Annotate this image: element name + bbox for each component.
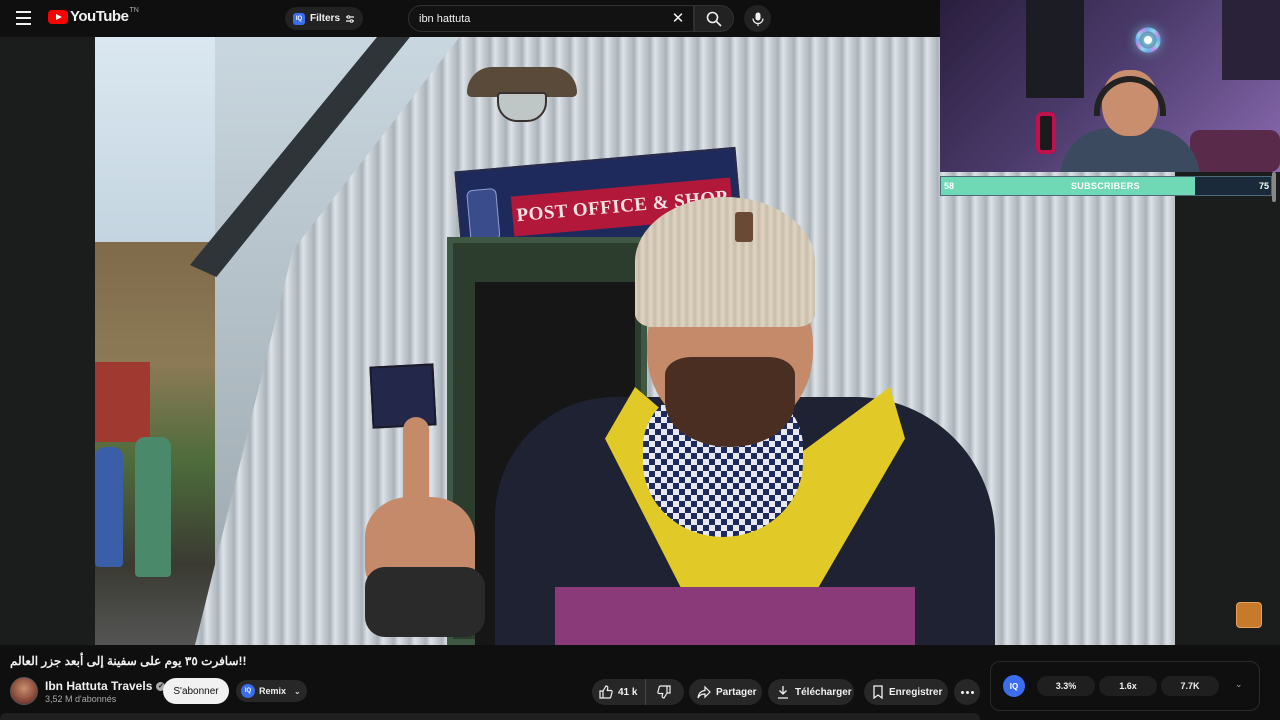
mic-icon <box>751 12 764 26</box>
search-button[interactable] <box>694 5 734 32</box>
webcam-streamer <box>1060 70 1200 172</box>
webcam-microphone <box>1036 112 1056 154</box>
youtube-logo-icon <box>48 9 68 24</box>
goal-end: 75 <box>1258 181 1269 191</box>
goal-start: 58 <box>944 181 955 191</box>
below-fold-edge <box>0 713 980 720</box>
menu-icon[interactable] <box>16 11 31 25</box>
crest-icon <box>466 187 501 243</box>
like-button[interactable]: 41 k <box>592 679 647 705</box>
video-red-building <box>95 362 150 442</box>
video-lamp <box>467 37 577 132</box>
bookmark-icon <box>873 685 883 699</box>
stat-engagement[interactable]: 3.3% <box>1037 676 1095 696</box>
iq-badge: IQ <box>293 12 305 25</box>
search-icon <box>706 11 722 27</box>
video-presenter-beard <box>665 357 795 447</box>
filter-icon <box>346 14 355 23</box>
logo-region: TN <box>129 7 139 14</box>
download-icon <box>778 686 788 699</box>
search-input[interactable] <box>419 12 659 25</box>
like-count: 41 k <box>618 686 638 698</box>
filters-label: Filters <box>310 13 341 24</box>
share-button[interactable]: Partager <box>689 679 762 705</box>
video-jacket-purple <box>555 587 915 645</box>
avatar[interactable] <box>10 677 38 705</box>
youtube-logo[interactable]: YouTube TN <box>48 7 139 25</box>
like-dislike-group: 41 k <box>592 679 684 705</box>
like-icon <box>599 685 613 699</box>
webcam-overlay <box>940 0 1280 172</box>
voice-search-button[interactable] <box>744 5 771 32</box>
video-bystanders <box>95 437 185 587</box>
search-box: ✕ <box>408 5 694 32</box>
share-icon <box>697 685 711 699</box>
scrollbar-thumb[interactable] <box>1272 172 1276 202</box>
stats-panel: IQ 3.3% 1.6x 7.7K ⌄ <box>990 661 1260 711</box>
remix-button[interactable]: IQ Remix ⌄ <box>236 680 307 702</box>
more-icon[interactable] <box>954 679 980 705</box>
dislike-icon <box>657 685 672 699</box>
close-icon[interactable]: ✕ <box>671 11 685 26</box>
dislike-button[interactable] <box>646 679 682 705</box>
goal-label: SUBSCRIBERS <box>1071 181 1140 191</box>
download-label: Télécharger <box>795 686 852 698</box>
save-label: Enregistrer <box>889 686 943 698</box>
remix-label: Remix <box>259 686 287 696</box>
subscriber-count: 3,52 M d'abonnés <box>45 694 117 704</box>
chevron-down-icon: ⌄ <box>294 686 301 696</box>
iq-badge: IQ <box>241 684 255 698</box>
webcam-shelf <box>1222 0 1280 80</box>
chevron-down-icon[interactable]: ⌄ <box>1235 679 1243 690</box>
masthead: YouTube TN IQ Filters ✕ <box>0 0 940 37</box>
share-label: Partager <box>716 686 757 698</box>
stat-views-per-hour[interactable]: 7.7K <box>1161 676 1219 696</box>
save-button[interactable]: Enregistrer <box>864 679 948 705</box>
channel-name[interactable]: Ibn Hattuta Travels <box>45 679 152 693</box>
webcam-couch <box>1190 130 1280 172</box>
subscribe-button[interactable]: S'abonner <box>163 678 229 704</box>
stat-multiplier[interactable]: 1.6x <box>1099 676 1157 696</box>
video-sky <box>95 37 215 267</box>
filters-button[interactable]: IQ Filters <box>285 7 364 30</box>
video-beanie-tag <box>735 212 753 242</box>
download-button[interactable]: Télécharger <box>768 679 854 705</box>
subscriber-goal-bar: 58 SUBSCRIBERS 75 <box>940 176 1272 196</box>
iq-badge[interactable]: IQ <box>1003 675 1025 697</box>
channel-watermark-icon[interactable] <box>1236 602 1262 628</box>
video-title: !!سافرت ٣٥ يوم على سفينة إلى أبعد جزر ال… <box>10 654 247 668</box>
channel-name-row[interactable]: Ibn Hattuta Travels ✓ <box>45 679 166 693</box>
video-beanie <box>635 197 815 327</box>
video-pointing-hand <box>345 417 485 637</box>
subscriber-goal-fill <box>941 177 1196 195</box>
logo-text: YouTube <box>70 8 129 25</box>
